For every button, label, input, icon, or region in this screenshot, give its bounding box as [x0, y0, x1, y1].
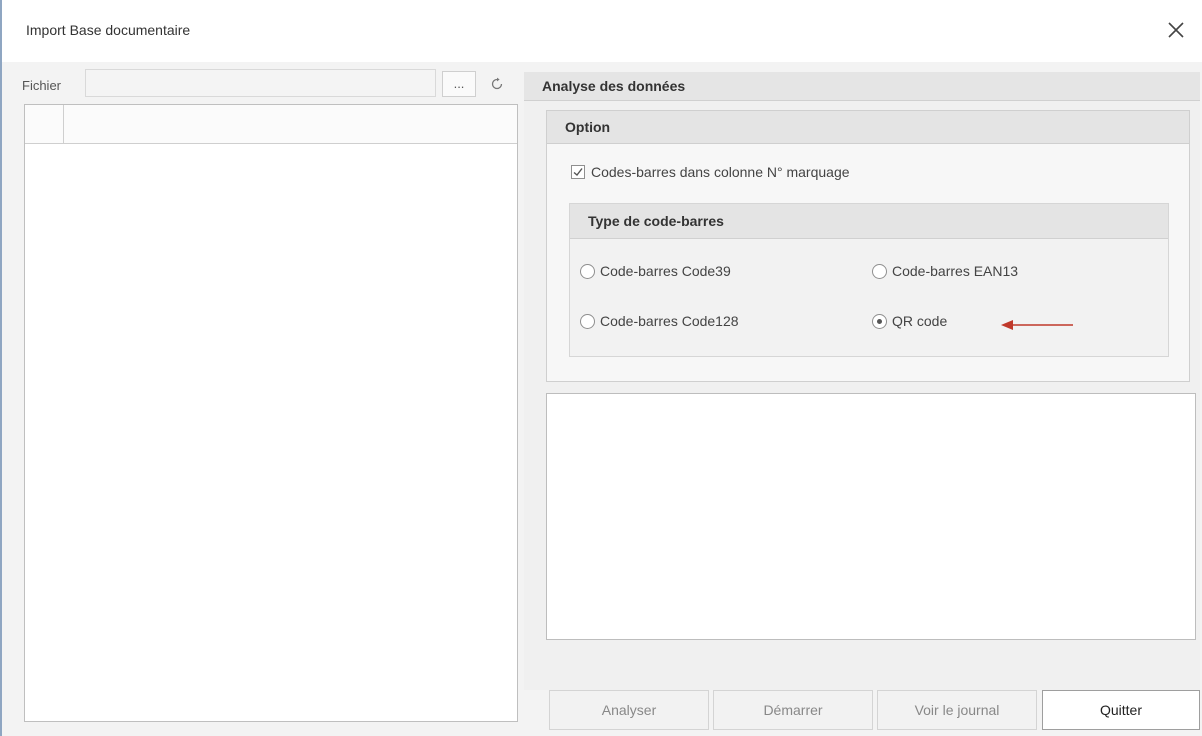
analysis-header: Analyse des données: [524, 72, 1200, 101]
analysis-title: Analyse des données: [542, 78, 686, 94]
barcode-type-header: Type de code-barres: [570, 204, 1168, 239]
option-group: Option Codes-barres dans colonne N° marq…: [546, 110, 1190, 382]
demarrer-button[interactable]: Démarrer: [713, 690, 873, 730]
quitter-button[interactable]: Quitter: [1042, 690, 1200, 730]
barcode-type-title: Type de code-barres: [588, 213, 724, 229]
option-title: Option: [565, 119, 611, 135]
radio-circle[interactable]: [580, 314, 595, 329]
radio-circle[interactable]: [872, 314, 887, 329]
radio-selected-dot: [877, 319, 882, 324]
radio-label: Code-barres EAN13: [892, 263, 1019, 279]
checkmark-icon: [573, 168, 583, 177]
file-data-grid[interactable]: [24, 104, 518, 722]
analysis-log-area[interactable]: [546, 393, 1196, 640]
file-path-input[interactable]: [85, 69, 436, 97]
radio-circle[interactable]: [580, 264, 595, 279]
checkbox-box[interactable]: [571, 165, 585, 179]
close-icon: [1168, 22, 1184, 38]
checkbox-label: Codes-barres dans colonne N° marquage: [591, 164, 850, 180]
close-button[interactable]: [1164, 18, 1188, 42]
grid-header: [25, 105, 517, 144]
refresh-icon: [491, 77, 503, 90]
file-label: Fichier: [22, 78, 62, 93]
radio-label: Code-barres Code39: [600, 263, 731, 279]
import-dialog: Import Base documentaire Fichier ... Ana…: [0, 0, 1202, 736]
annotation-arrow-icon: [1001, 320, 1073, 330]
grid-row-indicator-header: [25, 105, 64, 143]
voir-journal-button[interactable]: Voir le journal: [877, 690, 1037, 730]
browse-button[interactable]: ...: [442, 71, 476, 97]
window-title: Import Base documentaire: [26, 22, 191, 38]
option-header: Option: [547, 111, 1189, 144]
radio-circle[interactable]: [872, 264, 887, 279]
radio-label: Code-barres Code128: [600, 313, 739, 329]
analyser-button[interactable]: Analyser: [549, 690, 709, 730]
refresh-button[interactable]: [482, 71, 512, 97]
title-bar: Import Base documentaire: [2, 0, 1202, 62]
barcode-type-group: Type de code-barres Code-barres Code39 C…: [569, 203, 1169, 357]
radio-label: QR code: [892, 313, 948, 329]
